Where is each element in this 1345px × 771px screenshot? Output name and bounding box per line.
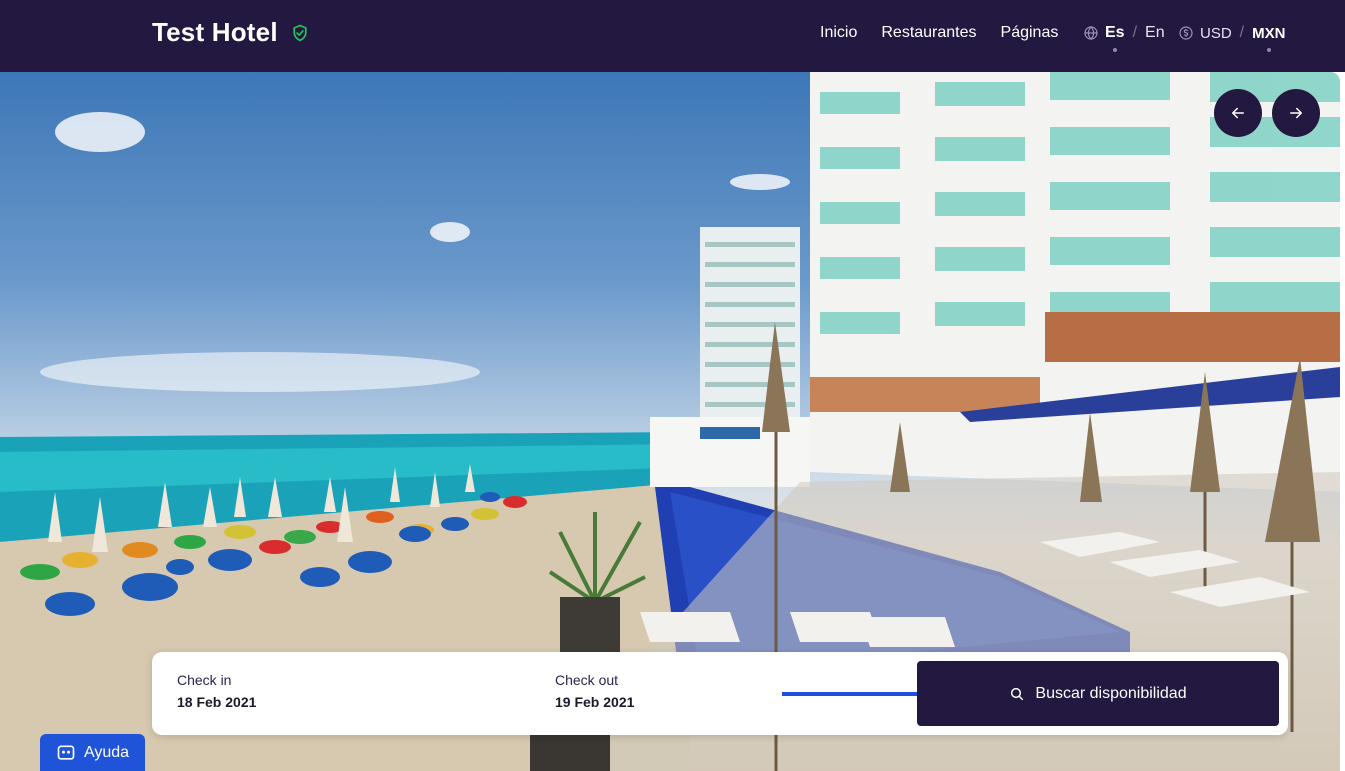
help-label: Ayuda [83,743,130,761]
checkout-field[interactable]: Check out 19 Feb 2021 [555,672,634,710]
chat-icon [57,745,75,760]
hotel-title[interactable]: Test Hotel [152,17,278,48]
arrow-right-icon [1290,107,1302,119]
currency-switcher: USD / MXN [1178,24,1285,52]
carousel-next-button[interactable] [1272,89,1320,137]
page-edge [1340,72,1345,771]
search-icon [1011,687,1024,700]
nav-item-inicio[interactable]: Inicio [820,24,857,42]
search-button-label: Buscar disponibilidad [1035,684,1187,702]
arrow-left-icon [1232,107,1244,119]
top-header: Test Hotel Inicio Restaurantes Páginas E… [0,0,1345,72]
checkout-value[interactable]: 19 Feb 2021 [555,694,634,710]
carousel-prev-button[interactable] [1214,89,1262,137]
nav-item-paginas[interactable]: Páginas [1001,24,1059,42]
checkout-label: Check out [555,672,619,688]
language-option-en[interactable]: En [1145,24,1165,42]
globe-icon [1084,26,1098,40]
main-nav: Inicio Restaurantes Páginas [820,24,1082,42]
nav-item-restaurantes[interactable]: Restaurantes [881,24,976,42]
currency-option-usd[interactable]: USD [1200,25,1232,42]
checkin-field[interactable]: Check in 18 Feb 2021 [177,672,256,710]
help-button[interactable]: Ayuda [40,734,145,771]
language-switcher: Es / En [1083,24,1165,52]
coin-icon [1179,26,1193,40]
verified-shield-icon [293,24,307,41]
language-separator: / [1132,24,1138,41]
brand[interactable]: Test Hotel [152,17,310,48]
currency-option-mxn[interactable]: MXN [1252,25,1285,52]
booking-bar: Check in 18 Feb 2021 Check out 19 Feb 20… [152,652,1288,735]
currency-separator: / [1239,24,1245,41]
search-availability-button[interactable]: Buscar disponibilidad [917,661,1279,726]
checkin-value[interactable]: 18 Feb 2021 [177,694,256,710]
checkin-label: Check in [177,672,232,688]
language-option-es[interactable]: Es [1105,24,1125,52]
